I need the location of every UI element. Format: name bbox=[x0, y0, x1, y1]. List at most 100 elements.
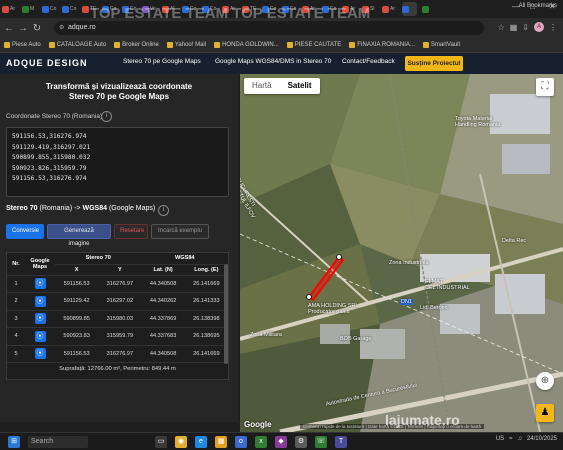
tray-time[interactable]: 24/10/2025 bbox=[527, 436, 557, 442]
browser-tab[interactable]: Co bbox=[42, 2, 57, 16]
bookmark-item[interactable]: PIESE CAUTATE bbox=[286, 42, 341, 48]
app-icon[interactable]: ◆ bbox=[275, 436, 287, 448]
table-row: 4 ⦿ 590923.83 315959.79 44.337683 26.138695 bbox=[7, 327, 228, 346]
tab-favicon bbox=[2, 5, 9, 13]
generate-image-button[interactable]: Generează imagine bbox=[47, 224, 111, 247]
conv-to-suffix: (Google Maps) bbox=[108, 205, 156, 212]
tab-favicon bbox=[22, 5, 29, 13]
conv-to: WGS84 bbox=[82, 205, 107, 212]
task-view-icon[interactable]: ▭ bbox=[155, 436, 167, 448]
wifi-icon[interactable]: ≈ bbox=[509, 436, 512, 442]
excel-icon[interactable]: x bbox=[255, 436, 267, 448]
bookmark-item[interactable]: Broker Online bbox=[114, 42, 159, 48]
system-tray: US ≈ ♫ 24/10/2025 bbox=[496, 436, 557, 442]
extensions-icon[interactable]: ▦ bbox=[510, 23, 518, 32]
bookmark-item[interactable]: SmartVault bbox=[422, 42, 460, 48]
cell-maps: ⦿ bbox=[25, 310, 55, 328]
bookmark-star-icon[interactable]: ☆ bbox=[498, 23, 505, 32]
browser-tab[interactable] bbox=[422, 2, 437, 16]
title-line-2: Stereo 70 pe Google Maps bbox=[68, 92, 170, 101]
support-button[interactable]: Susține Proiectul bbox=[405, 56, 463, 71]
browser-tab[interactable]: Ar bbox=[2, 2, 17, 16]
cell-long: 26.141333 bbox=[184, 292, 228, 311]
table-row: 1 ⦿ 591156.53 316276.97 44.340508 26.141669 bbox=[7, 275, 228, 293]
map-pin-icon[interactable]: ⦿ bbox=[34, 313, 46, 325]
back-icon[interactable]: ← bbox=[2, 23, 16, 34]
site-logo[interactable]: ADQUE DESIGN bbox=[6, 58, 88, 68]
info-icon[interactable]: i bbox=[101, 111, 112, 122]
col-long: Long. (E) bbox=[184, 264, 228, 276]
profile-avatar[interactable]: A bbox=[534, 22, 544, 32]
bookmarks-bar: Piese Auto CATALOAGE Auto Broker Online Yah… bbox=[0, 38, 563, 53]
teams-icon[interactable]: T bbox=[335, 436, 347, 448]
forward-icon[interactable]: → bbox=[16, 23, 30, 34]
settings-icon[interactable]: ⚙ bbox=[295, 436, 307, 448]
bookmark-item[interactable]: FINAXIA ROMANIA... bbox=[349, 42, 415, 48]
tab-label: Ar bbox=[10, 6, 15, 12]
tab-favicon bbox=[402, 5, 409, 13]
nav-stereo70[interactable]: Stereo 70 pe Google Maps bbox=[123, 58, 201, 65]
info-icon-2[interactable]: i bbox=[158, 205, 169, 216]
map-pin-icon[interactable]: ⦿ bbox=[34, 295, 46, 307]
coord-line: 591156.53,316276.974 bbox=[12, 175, 87, 183]
outlook-icon[interactable]: o bbox=[235, 436, 247, 448]
pegman-icon[interactable]: ♟ bbox=[536, 404, 554, 422]
browser-tab[interactable]: Co bbox=[62, 2, 77, 16]
browser-tab[interactable] bbox=[402, 2, 417, 16]
tab-favicon bbox=[422, 5, 429, 13]
conv-from-suffix: (Romania) -> bbox=[39, 205, 81, 212]
coordinates-input[interactable]: 591156.53,316276.974 591129.419,316297.02… bbox=[6, 127, 229, 197]
bookmark-folder-icon bbox=[214, 42, 221, 48]
convert-button[interactable]: Conversie bbox=[6, 224, 44, 239]
bookmark-label: Yahoo! Mail bbox=[174, 42, 207, 48]
cell-y: 316276.97 bbox=[98, 275, 142, 293]
whatsapp-icon[interactable]: ☏ bbox=[315, 436, 327, 448]
windows-start-icon[interactable]: ⊞ bbox=[8, 436, 20, 448]
label-zona-militara: Zona Militara bbox=[250, 332, 282, 338]
chrome-icon[interactable]: ◉ bbox=[175, 436, 187, 448]
menu-icon[interactable]: ⋮ bbox=[549, 23, 557, 32]
map-tab-satellite[interactable]: Satelit bbox=[280, 78, 320, 94]
map-pin-icon[interactable]: ⦿ bbox=[34, 330, 46, 342]
table-scrollbar[interactable] bbox=[224, 264, 228, 364]
edge-icon[interactable]: e bbox=[195, 436, 207, 448]
all-bookmarks[interactable]: All Bookmarks bbox=[519, 3, 557, 9]
action-buttons: Conversie Generează imagine Resetare Inc… bbox=[6, 224, 209, 247]
map-pin-icon[interactable]: ⦿ bbox=[34, 348, 46, 360]
taskbar-search[interactable]: Search bbox=[28, 436, 88, 448]
cell-x: 590899.85 bbox=[55, 310, 99, 328]
nav-contact[interactable]: Contact/Feedback bbox=[342, 58, 395, 65]
nav-wgs84[interactable]: Google Maps WGS84/DMS in Stereo 70 bbox=[215, 58, 331, 65]
cell-long: 26.138695 bbox=[184, 327, 228, 346]
bookmark-item[interactable]: CATALOAGE Auto bbox=[48, 42, 106, 48]
browser-tab[interactable]: M bbox=[22, 2, 37, 16]
reset-button[interactable]: Resetare bbox=[114, 224, 148, 239]
map-tab-map[interactable]: Hartă bbox=[244, 78, 280, 94]
site-navbar: ADQUE DESIGN Stereo 70 pe Google Maps Go… bbox=[0, 53, 563, 74]
file-explorer-icon[interactable]: ▦ bbox=[215, 436, 227, 448]
fullscreen-icon[interactable]: ⛶ bbox=[536, 78, 554, 96]
google-map[interactable]: Hartă Satelit ⛶ ⊕ ♟ Toyota Material Hand… bbox=[240, 74, 563, 432]
address-bar[interactable]: ⚙ adque.ro bbox=[54, 21, 484, 35]
label-elmat-text: ELMAT CEL INDUSTRIAL bbox=[425, 279, 470, 291]
bookmark-item[interactable]: Piese Auto bbox=[4, 42, 41, 48]
cell-x: 591156.53 bbox=[55, 345, 99, 363]
reload-icon[interactable]: ↻ bbox=[30, 23, 44, 34]
cell-lat: 44.337683 bbox=[141, 327, 185, 346]
area-summary: Suprafață: 12766.00 m², Perimetru: 849.4… bbox=[59, 366, 176, 372]
location-icon[interactable]: ⊕ bbox=[536, 372, 554, 390]
coord-line: 591129.419,316297.021 bbox=[12, 143, 91, 151]
cell-y: 315980.03 bbox=[98, 310, 142, 328]
bookmark-folder-icon bbox=[422, 42, 429, 48]
label-lidl: Lidl Bercen bbox=[420, 305, 448, 311]
download-icon[interactable]: ⇩ bbox=[522, 23, 529, 32]
tray-lang[interactable]: US bbox=[496, 436, 504, 442]
bookmark-item[interactable]: Yahoo! Mail bbox=[166, 42, 207, 48]
label-toyota-text: Toyota Material Handling Romania bbox=[455, 116, 501, 128]
site-info-icon[interactable]: ⚙ bbox=[59, 21, 64, 35]
volume-icon[interactable]: ♫ bbox=[517, 436, 522, 442]
load-example-button[interactable]: Incarcă exemplu bbox=[151, 224, 209, 239]
map-pin-icon[interactable]: ⦿ bbox=[34, 278, 46, 290]
bookmark-item[interactable]: HONDA GOLDWIN... bbox=[214, 42, 279, 48]
browser-tab[interactable]: Ar bbox=[382, 2, 397, 16]
